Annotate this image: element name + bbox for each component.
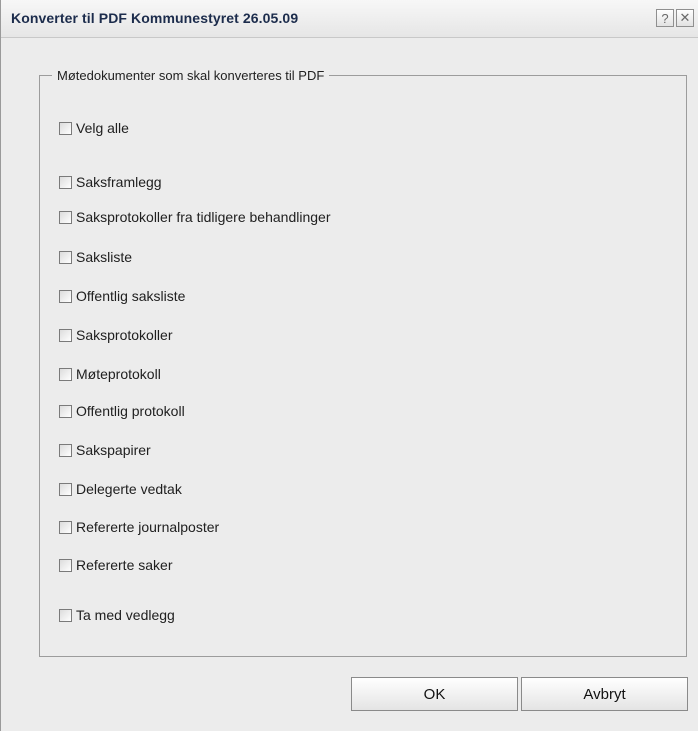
checkbox-offentlig-protokoll[interactable]: Offentlig protokoll xyxy=(59,402,185,420)
checkbox-box[interactable] xyxy=(59,328,72,342)
cancel-button-label: Avbryt xyxy=(583,685,626,703)
checkbox-offentlig-saksliste[interactable]: Offentlig saksliste xyxy=(59,287,185,305)
checkbox-box[interactable] xyxy=(59,520,72,534)
checkbox-box[interactable] xyxy=(59,558,72,572)
checkbox-refererte-saker[interactable]: Refererte saker xyxy=(59,556,172,574)
close-icon: ✕ xyxy=(679,10,691,25)
checkbox-moteprotokoll[interactable]: Møteprotokoll xyxy=(59,365,161,383)
checkbox-ta-med-vedlegg[interactable]: Ta med vedlegg xyxy=(59,606,175,624)
checkbox-label: Refererte journalposter xyxy=(76,519,220,535)
checkbox-label: Ta med vedlegg xyxy=(76,607,175,623)
checkbox-box[interactable] xyxy=(59,443,72,457)
checkbox-label: Offentlig protokoll xyxy=(76,403,185,419)
checkbox-label: Refererte saker xyxy=(76,557,173,573)
checkbox-label: Møteprotokoll xyxy=(76,366,161,382)
checkbox-saksliste[interactable]: Saksliste xyxy=(59,248,132,266)
checkbox-label: Offentlig saksliste xyxy=(76,288,186,304)
checkbox-label: Delegerte vedtak xyxy=(76,481,182,497)
checkbox-sakspapirer[interactable]: Sakspapirer xyxy=(59,441,151,459)
checkbox-label: Saksprotokoller fra tidligere behandling… xyxy=(76,209,331,225)
checkbox-box[interactable] xyxy=(59,175,72,189)
checkbox-box[interactable] xyxy=(59,608,72,622)
ok-button[interactable]: OK xyxy=(351,677,518,711)
group-legend: Møtedokumenter som skal konverteres til … xyxy=(57,68,325,83)
checkbox-label: Saksprotokoller xyxy=(76,327,173,343)
close-button[interactable]: ✕ xyxy=(676,9,694,27)
checkbox-box[interactable] xyxy=(59,210,72,224)
checkbox-saksprotokoller-tidligere[interactable]: Saksprotokoller fra tidligere behandling… xyxy=(59,208,330,226)
help-button[interactable]: ? xyxy=(656,9,674,27)
checkbox-saksframlegg[interactable]: Saksframlegg xyxy=(59,173,162,191)
checkbox-box[interactable] xyxy=(59,482,72,496)
checkbox-box[interactable] xyxy=(59,250,72,264)
checkbox-box[interactable] xyxy=(59,404,72,418)
dialog-titlebar: Konverter til PDF Kommunestyret 26.05.09… xyxy=(1,0,698,38)
help-icon: ? xyxy=(661,10,669,26)
dialog-title: Konverter til PDF Kommunestyret 26.05.09 xyxy=(11,10,299,26)
checkbox-label: Saksliste xyxy=(76,249,133,265)
checkbox-label: Saksframlegg xyxy=(76,174,162,190)
checkbox-label: Sakspapirer xyxy=(76,442,151,458)
checkbox-box[interactable] xyxy=(59,289,72,303)
checkbox-saksprotokoller[interactable]: Saksprotokoller xyxy=(59,326,173,344)
checkbox-refererte-journalposter[interactable]: Refererte journalposter xyxy=(59,518,219,536)
checkbox-delegerte-vedtak[interactable]: Delegerte vedtak xyxy=(59,480,182,498)
checkbox-box[interactable] xyxy=(59,121,72,135)
checkbox-box[interactable] xyxy=(59,367,72,381)
ok-button-label: OK xyxy=(423,685,446,703)
convert-to-pdf-dialog: Konverter til PDF Kommunestyret 26.05.09… xyxy=(0,0,698,731)
checkbox-label: Velg alle xyxy=(76,120,129,136)
checkbox-select-all[interactable]: Velg alle xyxy=(59,119,129,137)
cancel-button[interactable]: Avbryt xyxy=(521,677,688,711)
